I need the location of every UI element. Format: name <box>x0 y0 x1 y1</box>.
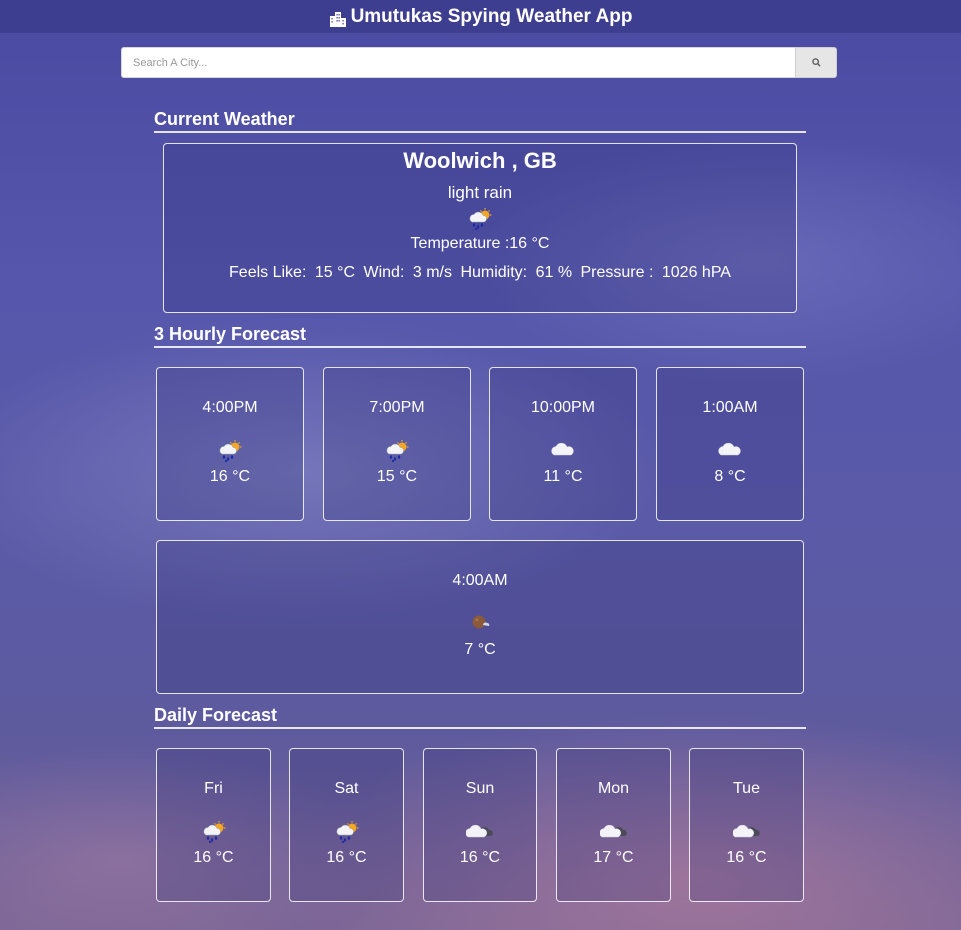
forecast-time: 1:00AM <box>702 399 758 416</box>
humidity-label: Humidity: <box>460 264 528 281</box>
humidity-value: 61 % <box>535 264 573 281</box>
search-input[interactable] <box>121 47 795 78</box>
city-icon <box>329 9 347 28</box>
forecast-time: 10:00PM <box>530 399 596 416</box>
forecast-temp: 15 °C <box>376 468 418 485</box>
daily-forecast-card: Sun 16 °C <box>423 748 537 902</box>
forecast-day: Fri <box>204 780 223 797</box>
light-rain-icon <box>201 821 227 843</box>
forecast-temp: 16 °C <box>326 849 367 866</box>
hourly-forecast-card: 1:00AM 8 °C <box>656 367 804 521</box>
forecast-time: 7:00PM <box>369 399 425 416</box>
weather-details: Feels Like: 15 °C Wind: 3 m/s Humidity: … <box>164 263 796 283</box>
moon-cloud-icon <box>469 613 491 630</box>
forecast-temp: 16 °C <box>459 849 501 866</box>
daily-forecast-heading: Daily Forecast <box>154 704 806 729</box>
search-icon <box>811 54 821 72</box>
partly-cloudy-icon <box>466 821 494 838</box>
hourly-forecast-card: 10:00PM 11 °C <box>489 367 637 521</box>
city-name: Woolwich , GB <box>403 148 557 173</box>
cloud-icon <box>550 440 576 457</box>
pressure-label: Pressure : <box>580 264 654 281</box>
forecast-temp: 8 °C <box>714 468 746 485</box>
current-weather-heading: Current Weather <box>154 108 806 133</box>
forecast-temp: 16 °C <box>209 468 251 485</box>
light-rain-icon <box>467 208 493 230</box>
feels-like-value: 15 °C <box>314 264 356 281</box>
app-header: Umutukas Spying Weather App <box>0 0 961 33</box>
hourly-forecast-heading: 3 Hourly Forecast <box>154 323 806 348</box>
wind-value: 3 m/s <box>412 264 452 281</box>
wind-label: Wind: <box>363 264 405 281</box>
forecast-time: 4:00AM <box>452 572 508 589</box>
cloud-icon <box>717 440 743 457</box>
daily-forecast-card: Fri 16 °C <box>156 748 271 902</box>
daily-forecast-card: Sat 16 °C <box>289 748 404 902</box>
forecast-time: 4:00PM <box>202 399 258 416</box>
search-bar <box>121 47 837 78</box>
app-title: Umutukas Spying Weather App <box>350 5 633 27</box>
daily-forecast-card: Mon 17 °C <box>556 748 671 902</box>
daily-forecast-card: Tue 16 °C <box>689 748 804 902</box>
weather-description: light rain <box>447 183 513 202</box>
light-rain-icon <box>334 821 360 843</box>
forecast-day: Sun <box>465 780 495 797</box>
feels-like-label: Feels Like: <box>229 264 307 281</box>
hourly-forecast-card: 4:00AM 7 °C <box>156 540 804 694</box>
forecast-temp: 11 °C <box>543 468 583 485</box>
forecast-temp: 7 °C <box>464 641 496 658</box>
partly-cloudy-icon <box>599 821 628 838</box>
search-button[interactable] <box>795 47 837 78</box>
forecast-day: Mon <box>597 780 630 797</box>
forecast-temp: 17 °C <box>593 849 634 866</box>
forecast-temp: 16 °C <box>193 849 234 866</box>
hourly-forecast-card: 4:00PM 16 °C <box>156 367 304 521</box>
forecast-temp: 16 °C <box>726 849 767 866</box>
current-temperature: Temperature :16 °C <box>410 235 550 252</box>
light-rain-icon <box>384 440 410 462</box>
forecast-day: Tue <box>733 780 760 797</box>
forecast-day: Sat <box>334 780 359 797</box>
partly-cloudy-icon <box>732 821 761 838</box>
hourly-forecast-card: 7:00PM 15 °C <box>323 367 471 521</box>
current-weather-card: Woolwich , GB light rain Temperature :16… <box>163 143 797 313</box>
pressure-value: 1026 hPA <box>661 264 731 281</box>
light-rain-icon <box>217 440 243 462</box>
